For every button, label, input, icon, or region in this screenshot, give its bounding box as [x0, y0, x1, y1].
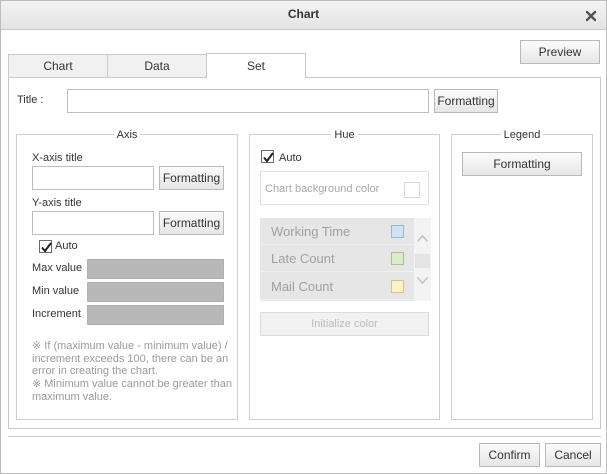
dialog-titlebar: Chart — [1, 1, 606, 30]
series-row-late-count: Late Count — [260, 245, 414, 272]
max-value-input — [87, 259, 224, 279]
legend-heading: Legend — [500, 129, 544, 141]
footer-divider — [8, 436, 601, 437]
axis-heading: Axis — [113, 129, 141, 141]
series-color-swatch — [391, 252, 404, 265]
min-value-label: Min value — [32, 285, 80, 297]
title-label: Title : — [17, 94, 44, 106]
axis-auto-label: Auto — [55, 240, 78, 252]
tab-bar: Chart Data Set — [8, 53, 601, 79]
increment-input — [87, 305, 224, 325]
dialog-title: Chart — [287, 7, 320, 21]
initialize-color-button[interactable]: Initialize color — [260, 312, 429, 336]
close-icon[interactable] — [583, 8, 599, 24]
series-name: Working Time — [271, 224, 351, 239]
tab-data-label: Data — [144, 59, 170, 73]
series-name: Mail Count — [271, 279, 334, 294]
title-formatting-button[interactable]: Formatting — [434, 89, 498, 113]
max-value-label: Max value — [32, 262, 83, 274]
hue-group: Hue Auto Chart background color Working … — [249, 129, 440, 420]
series-name: Late Count — [271, 251, 335, 266]
x-axis-title-input[interactable] — [32, 166, 154, 190]
axis-group: Axis X-axis title Formatting Y-axis titl… — [16, 129, 238, 420]
tab-chart[interactable]: Chart — [8, 54, 108, 78]
checkmark-icon — [263, 152, 274, 163]
hue-auto-label: Auto — [279, 152, 302, 164]
x-axis-title-label: X-axis title — [32, 152, 83, 164]
series-list-scroll-thumb[interactable] — [415, 254, 430, 268]
chart-background-color-row: Chart background color — [260, 171, 429, 205]
x-axis-formatting-button[interactable]: Formatting — [159, 166, 224, 190]
legend-formatting-button[interactable]: Formatting — [462, 152, 582, 176]
tab-set[interactable]: Set — [206, 53, 306, 79]
series-row-mail-count: Mail Count — [260, 273, 414, 300]
axis-auto-checkbox[interactable] — [39, 240, 52, 253]
checkmark-icon — [41, 242, 52, 253]
chart-title-input[interactable] — [67, 89, 429, 113]
set-tab-panel: Title : Formatting Axis X-axis title For… — [8, 77, 601, 429]
axis-note-min-max: ※ Minimum value cannot be greater than m… — [32, 378, 232, 403]
chart-background-color-swatch — [404, 182, 420, 198]
series-color-swatch — [391, 280, 404, 293]
tab-set-label: Set — [246, 59, 265, 73]
series-color-list: Working Time Late Count Mail Count — [260, 218, 414, 301]
series-row-working-time: Working Time — [260, 218, 414, 245]
series-color-swatch — [391, 225, 404, 238]
chart-background-color-label: Chart background color — [265, 183, 380, 195]
cancel-button[interactable]: Cancel — [545, 443, 601, 467]
min-value-input — [87, 282, 224, 302]
series-list-scrollbar[interactable] — [414, 218, 431, 301]
y-axis-title-label: Y-axis title — [32, 197, 82, 209]
legend-group: Legend Formatting — [451, 129, 593, 420]
y-axis-title-input[interactable] — [32, 211, 154, 235]
tab-chart-label: Chart — [43, 59, 73, 73]
hue-heading: Hue — [331, 129, 358, 141]
axis-note-range: ※ If (maximum value - minimum value) / i… — [32, 340, 229, 377]
chevron-down-icon — [416, 276, 429, 285]
y-axis-formatting-button[interactable]: Formatting — [159, 211, 224, 235]
hue-auto-checkbox[interactable] — [261, 150, 274, 163]
increment-label: Increment — [32, 308, 81, 320]
confirm-button[interactable]: Confirm — [479, 443, 540, 467]
chart-dialog: Chart Preview Chart Data Set Title : For… — [0, 0, 607, 474]
chevron-up-icon — [416, 234, 429, 243]
tab-data[interactable]: Data — [107, 54, 207, 78]
